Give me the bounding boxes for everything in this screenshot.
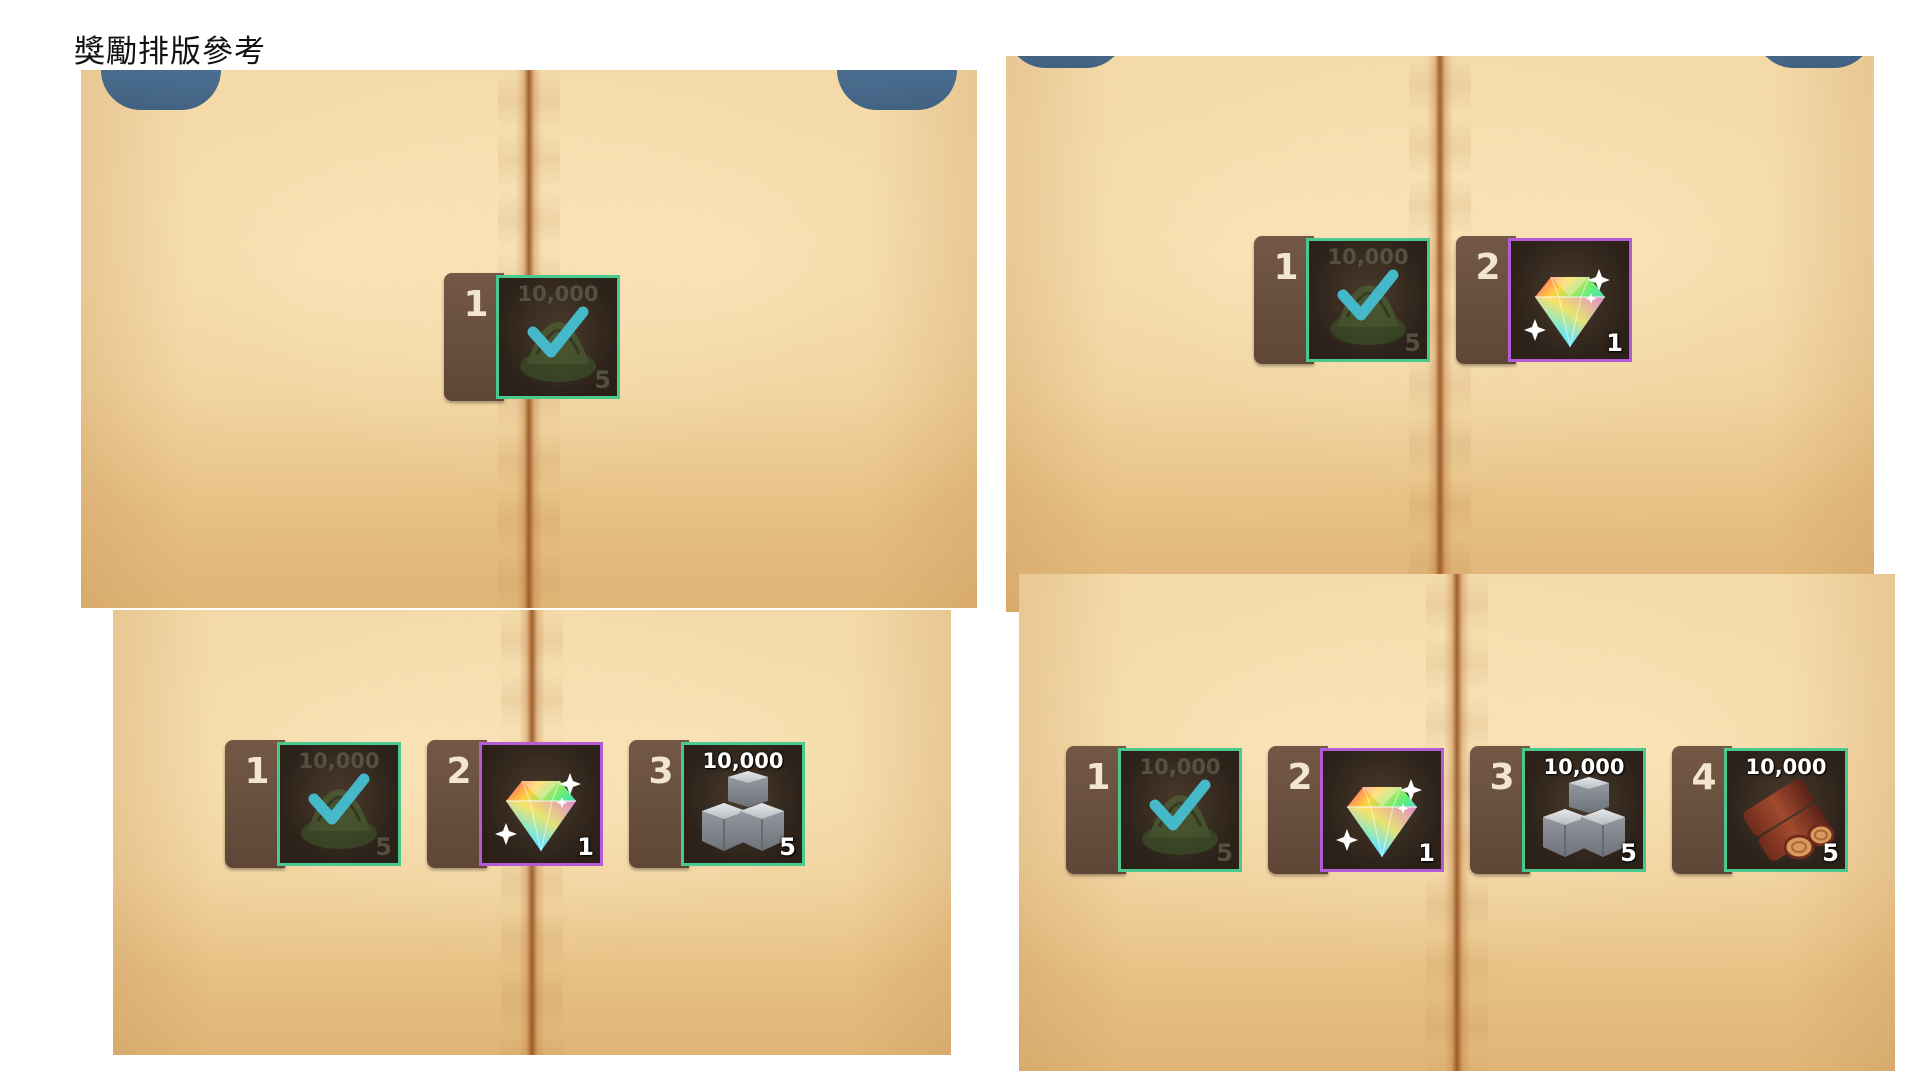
reward-count: 5 [375,833,392,861]
reward-row: 1 10,000 5 2 1 3 10,000 5 [225,740,807,868]
reward-slot[interactable]: 10,000 5 [1522,748,1646,872]
reward-card[interactable]: 1 10,000 5 [225,740,403,868]
reward-index: 2 [427,740,487,868]
layout-panel-2: 1 10,000 5 2 1 [1006,56,1874,612]
check-icon [1149,779,1211,831]
reward-slot[interactable]: 10,000 5 [1724,748,1848,872]
reward-index: 3 [629,740,689,868]
reward-slot[interactable]: 10,000 5 [277,742,401,866]
reward-card[interactable]: 21 [427,740,605,868]
reward-card[interactable]: 4 10,000 5 [1672,746,1850,874]
reward-slot[interactable]: 10,000 5 [681,742,805,866]
reward-slot[interactable]: 10,000 5 [1306,238,1430,362]
reward-slot[interactable]: 1 [1320,748,1444,872]
reward-card[interactable]: 21 [1268,746,1446,874]
check-icon [527,306,589,358]
reward-amount: 10,000 [1745,755,1827,779]
reward-count: 5 [1822,839,1839,867]
layout-panel-4: 1 10,000 5 2 1 3 10,000 5 4 10,000 5 [1019,574,1895,1071]
reward-count: 5 [1620,839,1637,867]
decor-corner-right [1754,56,1874,68]
reward-index: 1 [444,273,504,401]
reward-count: 5 [779,833,796,861]
layout-panel-1: 1 10,000 5 [81,70,977,608]
layout-panel-3: 1 10,000 5 2 1 3 10,000 5 [113,610,951,1055]
reward-count: 5 [594,366,611,394]
check-icon [308,773,370,825]
reward-count: 5 [1404,329,1421,357]
reward-index: 1 [1066,746,1126,874]
reward-row: 1 10,000 5 [444,273,622,401]
page-title: 獎勵排版參考 [74,34,266,70]
reward-amount: 10,000 [702,749,784,773]
reward-count: 1 [577,833,594,861]
reward-card[interactable]: 21 [1456,236,1634,364]
check-icon [1337,269,1399,321]
reward-index: 3 [1470,746,1530,874]
reward-slot[interactable]: 1 [479,742,603,866]
reward-count: 1 [1606,329,1623,357]
reward-row: 1 10,000 5 2 1 3 10,000 5 4 10,000 5 [1066,746,1850,874]
decor-corner-left [1006,56,1126,68]
reward-amount: 10,000 [1543,755,1625,779]
reward-row: 1 10,000 5 2 1 [1254,236,1634,364]
reward-card[interactable]: 3 10,000 5 [629,740,807,868]
reward-card[interactable]: 1 10,000 5 [444,273,622,401]
reward-card[interactable]: 3 10,000 5 [1470,746,1648,874]
decor-corner-right [837,70,957,110]
reward-count: 5 [1216,839,1233,867]
decor-corner-left [101,70,221,110]
reward-slot[interactable]: 1 [1508,238,1632,362]
reward-count: 1 [1418,839,1435,867]
reward-card[interactable]: 1 10,000 5 [1066,746,1244,874]
reward-index: 2 [1268,746,1328,874]
reward-index: 2 [1456,236,1516,364]
reward-card[interactable]: 1 10,000 5 [1254,236,1432,364]
reward-slot[interactable]: 10,000 5 [496,275,620,399]
reward-index: 4 [1672,746,1732,874]
reward-index: 1 [1254,236,1314,364]
reward-index: 1 [225,740,285,868]
reward-slot[interactable]: 10,000 5 [1118,748,1242,872]
